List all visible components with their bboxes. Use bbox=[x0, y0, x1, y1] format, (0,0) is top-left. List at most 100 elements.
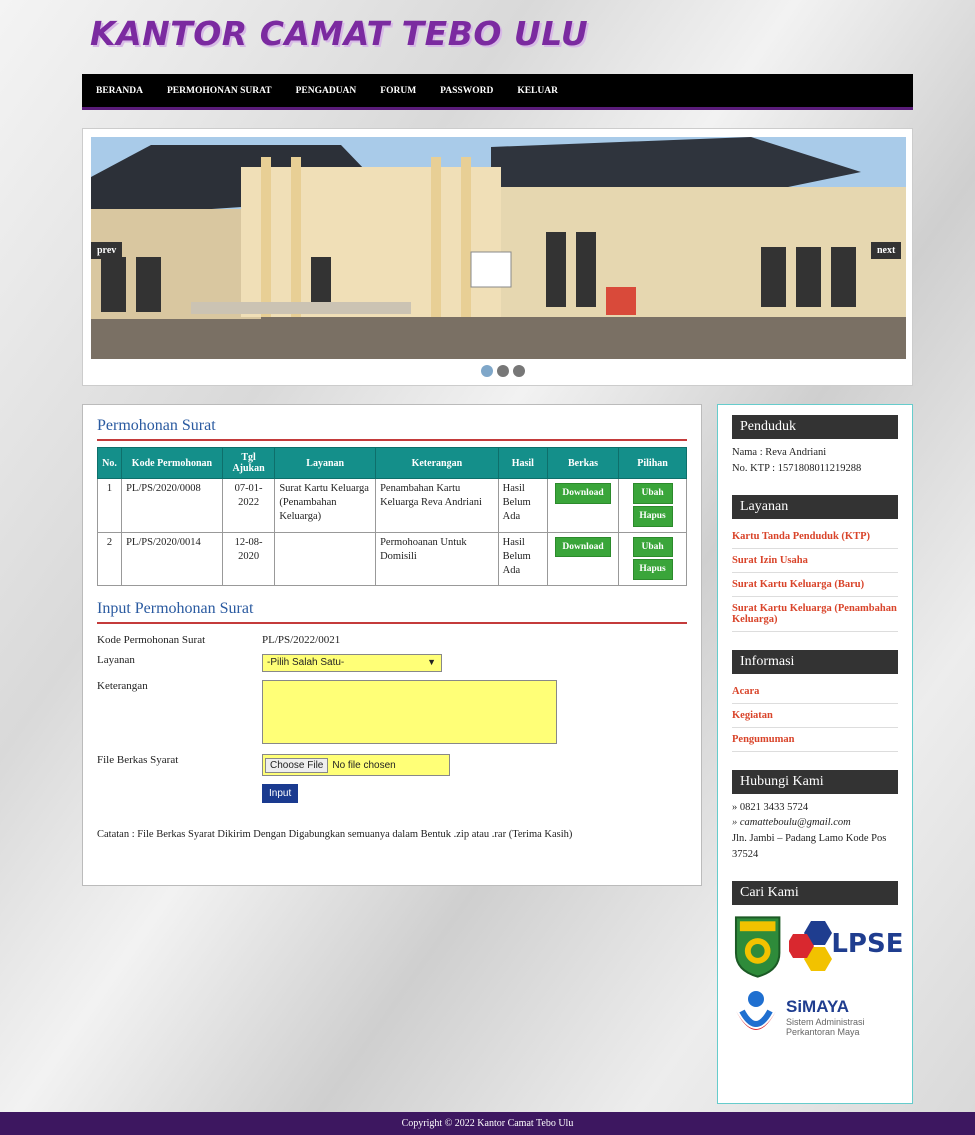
sidebar-item-kk-baru[interactable]: Surat Kartu Keluarga (Baru) bbox=[732, 573, 898, 597]
permohonan-title: Permohonan Surat bbox=[97, 417, 687, 441]
informasi-title: Informasi bbox=[732, 649, 898, 674]
th-no: No. bbox=[96, 447, 123, 479]
slide-image-office-building bbox=[91, 137, 906, 359]
sidebar-item-kk-penambahan[interactable]: Surat Kartu Keluarga (Penambahan Keluarg… bbox=[732, 597, 898, 632]
cell-tgl: 12-08-2020 bbox=[221, 531, 276, 587]
nav-beranda[interactable]: BERANDA bbox=[96, 86, 143, 96]
keterangan-textarea[interactable] bbox=[262, 680, 557, 745]
form-row-kode: Kode Permohonan Surat PL/PS/2022/0021 bbox=[97, 634, 687, 646]
cell-kode: PL/PS/2020/0014 bbox=[121, 531, 223, 587]
cell-hasil: Hasil Belum Ada bbox=[497, 531, 548, 587]
th-keterangan: Keterangan bbox=[375, 447, 499, 479]
download-button[interactable]: Download bbox=[555, 536, 612, 558]
cell-berkas: Download bbox=[546, 478, 620, 533]
form-row-layanan: Layanan -Pilih Salah Satu- ▼ bbox=[97, 654, 687, 673]
image-slider: prev next bbox=[82, 128, 913, 386]
cell-pilihan: Ubah Hapus bbox=[618, 478, 687, 533]
choose-file-button[interactable]: Choose File bbox=[265, 757, 329, 773]
ubah-button[interactable]: Ubah bbox=[632, 536, 673, 558]
nav-permohonan-surat[interactable]: PERMOHONAN SURAT bbox=[167, 86, 272, 96]
file-status: No file chosen bbox=[332, 759, 396, 771]
cell-no: 2 bbox=[96, 531, 123, 587]
keterangan-label: Keterangan bbox=[97, 680, 148, 693]
ubah-button[interactable]: Ubah bbox=[632, 483, 673, 504]
penduduk-ktp: No. KTP : 1571808011219288 bbox=[732, 462, 862, 474]
cell-keterangan: Penambahan Kartu Keluarga Reva Andriani bbox=[375, 478, 499, 533]
input-form-title: Input Permohonan Surat bbox=[97, 600, 687, 625]
slider-next-button[interactable]: next bbox=[871, 242, 902, 259]
cell-kode: PL/PS/2020/0008 bbox=[121, 478, 223, 533]
cell-no: 1 bbox=[96, 478, 123, 533]
hapus-button[interactable]: Hapus bbox=[632, 559, 673, 581]
th-hasil: Hasil bbox=[497, 447, 548, 479]
table-row: 1 PL/PS/2020/0008 07-01-2022 Surat Kartu… bbox=[96, 478, 687, 533]
sidebar-item-kegiatan[interactable]: Kegiatan bbox=[732, 704, 898, 728]
form-note: Catatan : File Berkas Syarat Dikirim Den… bbox=[97, 829, 573, 841]
simaya-text: SiMAYA bbox=[786, 996, 849, 1016]
nav-pengaduan[interactable]: PENGADUAN bbox=[296, 86, 357, 96]
lpse-logo[interactable]: LPSE bbox=[789, 915, 903, 977]
sidebar-item-izin-usaha[interactable]: Surat Izin Usaha bbox=[732, 549, 898, 573]
cell-layanan: Surat Kartu Keluarga (Penambahan Keluarg… bbox=[274, 478, 377, 533]
simaya-logo[interactable]: SiMAYA Sistem Administrasi Perkantoran M… bbox=[732, 989, 898, 1045]
contact-address: Jln. Jambi – Padang Lamo Kode Pos 37524 bbox=[732, 833, 887, 860]
penduduk-title: Penduduk bbox=[732, 415, 898, 439]
contact-email[interactable]: » camatteboulu@gmail.com bbox=[732, 815, 898, 831]
main-content: Permohonan Surat No. Kode Permohonan Tgl… bbox=[82, 404, 702, 886]
tebo-emblem-icon[interactable] bbox=[732, 913, 783, 979]
partner-logos: LPSE bbox=[732, 913, 903, 979]
cari-title: Cari Kami bbox=[732, 880, 898, 905]
contact-phone: » 0821 3433 5724 bbox=[732, 801, 809, 813]
cell-tgl: 07-01-2022 bbox=[221, 478, 276, 533]
slider-dot-2[interactable] bbox=[497, 365, 509, 377]
cell-berkas: Download bbox=[546, 531, 620, 587]
sidebar-item-pengumuman[interactable]: Pengumuman bbox=[732, 728, 898, 752]
th-kode: Kode Permohonan bbox=[121, 447, 223, 479]
th-berkas: Berkas bbox=[546, 447, 620, 479]
layanan-title: Layanan bbox=[732, 494, 898, 519]
slider-prev-button[interactable]: prev bbox=[91, 242, 123, 259]
cell-hasil: Hasil Belum Ada bbox=[497, 478, 548, 533]
th-pilihan: Pilihan bbox=[618, 447, 687, 479]
th-tgl: Tgl Ajukan bbox=[221, 447, 276, 479]
input-submit-button[interactable]: Input bbox=[262, 784, 299, 804]
sidebar: Penduduk Nama : Reva Andriani No. KTP : … bbox=[717, 404, 913, 1104]
penduduk-nama: Nama : Reva Andriani bbox=[732, 447, 827, 458]
lpse-text: LPSE bbox=[831, 928, 904, 959]
slider-dots bbox=[481, 365, 525, 377]
layanan-label: Layanan bbox=[97, 654, 135, 667]
simaya-sub2: Perkantoran Maya bbox=[786, 1026, 860, 1037]
table-row: 2 PL/PS/2020/0014 12-08-2020 Permohoanan… bbox=[96, 531, 687, 587]
main-nav: BERANDA PERMOHONAN SURAT PENGADUAN FORUM… bbox=[82, 74, 913, 110]
layanan-select-value: -Pilih Salah Satu- bbox=[267, 657, 345, 669]
nav-password[interactable]: PASSWORD bbox=[440, 86, 493, 96]
kode-label: Kode Permohonan Surat bbox=[97, 634, 206, 647]
slider-dot-1[interactable] bbox=[481, 365, 493, 377]
site-logo: KANTOR CAMAT TEBO ULU bbox=[90, 14, 589, 53]
chevron-down-icon: ▼ bbox=[427, 657, 436, 668]
sidebar-item-ktp[interactable]: Kartu Tanda Penduduk (KTP) bbox=[732, 525, 898, 549]
layanan-select[interactable]: -Pilih Salah Satu- ▼ bbox=[262, 654, 442, 673]
slider-dot-3[interactable] bbox=[513, 365, 525, 377]
simaya-sub1: Sistem Administrasi bbox=[786, 1016, 865, 1027]
cell-layanan bbox=[274, 531, 377, 587]
file-label: File Berkas Syarat bbox=[97, 754, 179, 767]
hapus-button[interactable]: Hapus bbox=[632, 505, 673, 527]
kode-value: PL/PS/2022/0021 bbox=[262, 634, 341, 647]
form-row-file: File Berkas Syarat Choose File No file c… bbox=[97, 754, 687, 777]
file-input[interactable]: Choose File No file chosen bbox=[262, 754, 450, 777]
cell-pilihan: Ubah Hapus bbox=[618, 531, 687, 587]
nav-keluar[interactable]: KELUAR bbox=[517, 86, 558, 96]
download-button[interactable]: Download bbox=[555, 483, 612, 504]
form-row-keterangan: Keterangan bbox=[97, 680, 687, 745]
hubungi-title: Hubungi Kami bbox=[732, 769, 898, 794]
nav-forum[interactable]: FORUM bbox=[380, 86, 416, 96]
permohonan-table: No. Kode Permohonan Tgl Ajukan Layanan K… bbox=[96, 447, 687, 587]
simaya-icon bbox=[736, 990, 776, 1030]
form-row-submit: Input bbox=[97, 784, 687, 804]
table-header-row: No. Kode Permohonan Tgl Ajukan Layanan K… bbox=[96, 447, 687, 479]
footer: Copyright © 2022 Kantor Camat Tebo Ulu bbox=[0, 1112, 975, 1135]
th-layanan: Layanan bbox=[274, 447, 377, 479]
cell-keterangan: Permohoanan Untuk Domisili bbox=[375, 531, 499, 587]
sidebar-item-acara[interactable]: Acara bbox=[732, 680, 898, 704]
